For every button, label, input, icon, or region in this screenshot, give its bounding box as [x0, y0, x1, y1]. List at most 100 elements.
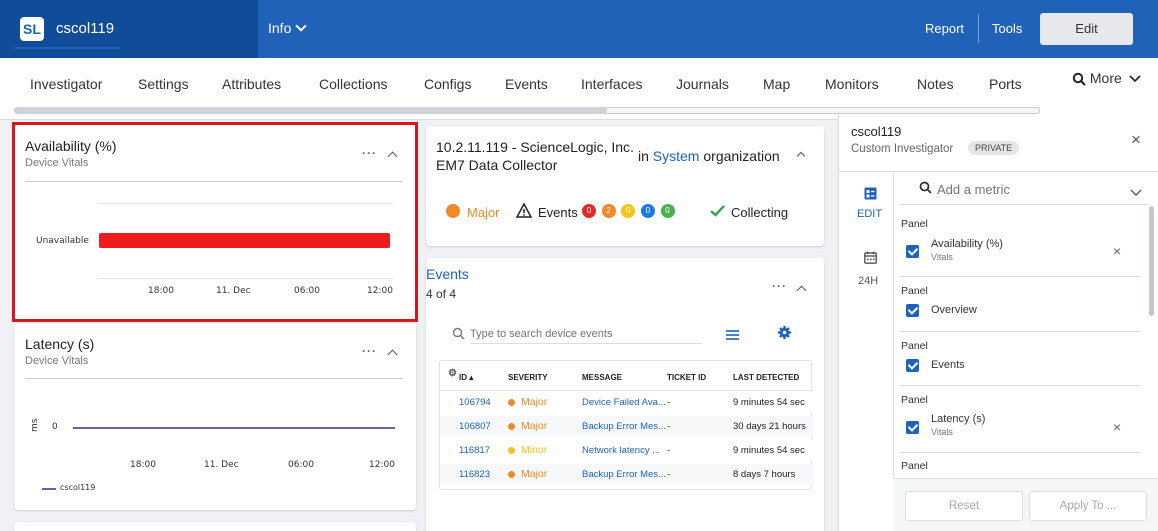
x-tick-label: 06:00 [288, 460, 314, 470]
events-label: Events [538, 205, 578, 220]
x-tick-label: 18:00 [130, 460, 156, 470]
event-count-healthy[interactable]: 0 [660, 203, 675, 218]
divider [899, 331, 1141, 332]
divider [899, 204, 1149, 205]
more-label: More [1089, 70, 1122, 86]
event-count-critical[interactable]: 0 [582, 203, 596, 218]
panel-sublabel: Vitals [931, 427, 953, 437]
events-count: 4 of 4 [426, 287, 457, 301]
event-count-major[interactable]: 2 [601, 203, 616, 218]
menu-icon[interactable] [726, 328, 739, 343]
apply-to-button[interactable]: Apply To ... [1029, 491, 1147, 521]
tab-scrollbar[interactable] [14, 107, 1040, 114]
tab-map[interactable]: Map [763, 76, 790, 92]
panel-label: Latency (s) [931, 413, 986, 425]
more-options-icon[interactable]: ··· [362, 146, 377, 160]
calendar-icon[interactable] [864, 251, 877, 267]
side-panel-title: cscol119 [851, 124, 902, 139]
tab-interfaces[interactable]: Interfaces [581, 76, 642, 92]
table-row[interactable]: 116817 Minor Network latency ... - 9 minutes… [440, 440, 813, 460]
device-name: cscol119 [56, 20, 115, 37]
side-panel-subtitle: Custom Investigator [851, 143, 954, 155]
tab-investigator[interactable]: Investigator [30, 76, 102, 92]
tab-configs[interactable]: Configs [424, 76, 471, 92]
tab-journals[interactable]: Journals [676, 76, 729, 92]
remove-panel-close-icon[interactable]: × [1113, 419, 1121, 435]
column-header-message[interactable]: MESSAGE [582, 373, 622, 382]
availability-bar [99, 233, 390, 248]
gear-icon[interactable] [778, 326, 791, 342]
x-tick-label: 06:00 [294, 286, 320, 296]
close-icon[interactable]: × [1131, 130, 1141, 150]
legend-label[interactable]: cscol119 [60, 483, 95, 492]
event-count-notice[interactable]: 0 [640, 203, 655, 218]
event-ticket-id: - [667, 445, 671, 456]
info-menu[interactable]: Info [268, 20, 308, 36]
scrollbar-thumb[interactable] [1149, 206, 1154, 316]
report-link[interactable]: Report [925, 21, 964, 36]
event-message-link[interactable]: Device Failed Ava... [582, 397, 666, 408]
gridline [97, 203, 393, 204]
more-menu[interactable]: More [1072, 70, 1141, 87]
panel-checkbox-overview[interactable] [906, 304, 919, 317]
edit-panel-icon[interactable] [864, 187, 877, 203]
tab-attributes[interactable]: Attributes [222, 76, 281, 92]
tab-collections[interactable]: Collections [319, 76, 387, 92]
more-options-icon[interactable]: ··· [362, 344, 377, 358]
search-icon [1072, 73, 1086, 87]
column-header-last-detected[interactable]: LAST DETECTED [733, 373, 799, 382]
organization-link[interactable]: System [653, 148, 700, 164]
tools-link[interactable]: Tools [992, 21, 1022, 36]
add-metric-input[interactable] [937, 179, 1117, 199]
events-title[interactable]: Events [426, 266, 469, 282]
tab-settings[interactable]: Settings [138, 76, 189, 92]
divider [899, 452, 1141, 453]
availability-title: Availability (%) [25, 138, 117, 154]
severity-label: Major [467, 205, 500, 220]
table-row[interactable]: 106794 Major Device Failed Ava... - 9 minute… [440, 392, 813, 412]
top-bar: SL cscol119 Info Report Tools Edit [0, 0, 1158, 58]
event-message-link[interactable]: Backup Error Mes... [582, 469, 666, 480]
y-axis-label: ms [30, 418, 40, 432]
panel-checkbox-availability[interactable] [906, 245, 919, 258]
event-message-link[interactable]: Network latency ... [582, 445, 660, 456]
panel-heading: Panel [901, 340, 928, 352]
collecting-status: Collecting [731, 205, 789, 220]
event-search-input[interactable] [470, 324, 702, 344]
reset-button[interactable]: Reset [905, 491, 1023, 521]
event-id-link[interactable]: 106794 [459, 397, 491, 408]
edit-tab-label[interactable]: EDIT [857, 208, 882, 220]
more-options-icon[interactable]: ··· [772, 279, 787, 293]
column-header-severity[interactable]: SEVERITY [508, 373, 548, 382]
panel-heading: Panel [901, 460, 928, 472]
edit-button[interactable]: Edit [1040, 13, 1133, 45]
scrollbar-thumb[interactable] [15, 107, 607, 114]
column-header-ticket-id[interactable]: TICKET ID [667, 373, 706, 382]
chevron-down-icon[interactable] [1130, 185, 1142, 200]
divider [25, 181, 403, 182]
panel-checkbox-events[interactable] [906, 359, 919, 372]
event-count-minor[interactable]: 0 [621, 203, 636, 218]
time-range-label[interactable]: 24H [858, 275, 878, 287]
table-row[interactable]: 106807 Major Backup Error Mes... - 30 days 2… [440, 416, 813, 436]
remove-panel-close-icon[interactable]: × [1113, 243, 1121, 259]
column-header-id[interactable]: ID ▴ [459, 373, 473, 382]
tab-monitors[interactable]: Monitors [825, 76, 879, 92]
gear-icon[interactable]: ⚙ [448, 368, 457, 379]
severity-dot-icon [446, 204, 460, 218]
event-id-link[interactable]: 116817 [459, 445, 490, 456]
event-ticket-id: - [667, 421, 671, 432]
tab-ports[interactable]: Ports [989, 76, 1022, 92]
x-tick-label: 12:00 [369, 460, 395, 470]
event-ticket-id: - [667, 397, 671, 408]
private-badge: PRIVATE [968, 141, 1020, 155]
chevron-down-icon [1129, 75, 1141, 83]
panel-checkbox-latency[interactable] [906, 421, 919, 434]
event-severity: Major [508, 396, 547, 408]
tab-notes[interactable]: Notes [917, 76, 954, 92]
tab-events[interactable]: Events [505, 76, 548, 92]
event-id-link[interactable]: 106807 [459, 421, 491, 432]
table-row[interactable]: 116823 Major Backup Error Mes... - 8 days 7 … [440, 464, 813, 484]
event-id-link[interactable]: 116823 [459, 469, 490, 480]
event-message-link[interactable]: Backup Error Mes... [582, 421, 666, 432]
